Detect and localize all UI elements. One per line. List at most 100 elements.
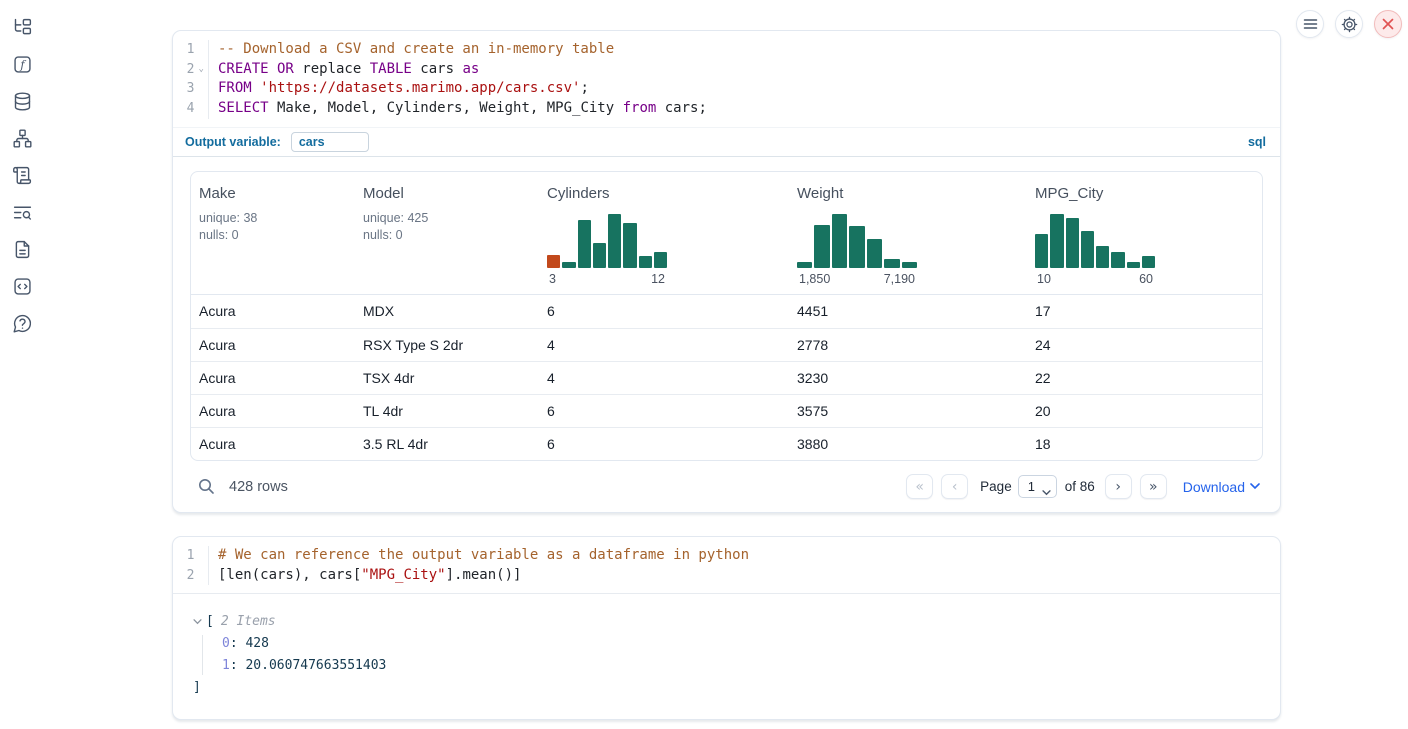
row-count: 428 rows (229, 479, 288, 495)
gutter-line: 1 (173, 546, 208, 566)
column-header-cylinders[interactable]: Cylinders312 (539, 172, 789, 294)
column-stats: unique: 38nulls: 0 (199, 210, 351, 244)
table-cell: TL 4dr (355, 403, 539, 419)
histogram-bar[interactable] (1127, 262, 1140, 268)
column-header-model[interactable]: Modelunique: 425nulls: 0 (355, 172, 539, 294)
fold-chevron-icon[interactable]: ⌄ (194, 60, 208, 80)
histogram-bar[interactable] (654, 252, 667, 268)
histogram-bar[interactable] (1096, 246, 1109, 268)
code-token: from (623, 100, 657, 116)
code-token: TABLE (370, 61, 412, 77)
data-table: Make unique: 38nulls: 0Modelunique: 425nu… (190, 171, 1263, 461)
notebook-main: 12 ⌄ 3 4 -- Download a CSV and create an in… (172, 30, 1281, 720)
column-title: Make (199, 185, 351, 202)
scratchpad-icon[interactable] (11, 164, 33, 186)
hamburger-menu-icon[interactable] (1296, 10, 1324, 38)
tree-entry: 1: 20.060747663551403 (222, 655, 1264, 677)
histogram-bar[interactable] (593, 243, 606, 268)
table-footer: 428 rows « ‹ Page 1 of 86 › » Do (190, 470, 1263, 504)
column-stat: unique: 38 (199, 210, 351, 227)
table-cell: Acura (191, 403, 355, 419)
code-token: FROM (218, 80, 252, 96)
code-token: cars; (656, 100, 707, 116)
histogram-bar[interactable] (623, 223, 636, 268)
table-cell: 24 (1027, 337, 1262, 353)
table-cell: Acura (191, 337, 355, 353)
code-token: ; (580, 80, 588, 96)
language-badge[interactable]: sql (1248, 135, 1266, 149)
histogram-bar[interactable] (547, 255, 560, 268)
documentation-icon[interactable] (11, 238, 33, 260)
code-token: replace (294, 61, 370, 77)
table-cell: 20 (1027, 403, 1262, 419)
search-icon[interactable] (198, 478, 215, 495)
gear-icon[interactable] (1335, 10, 1363, 38)
table-header-row: Make unique: 38nulls: 0Modelunique: 425nu… (191, 172, 1262, 295)
histogram-bar[interactable] (639, 256, 652, 268)
histogram-bar[interactable] (814, 225, 829, 268)
histogram-bar[interactable] (1050, 214, 1063, 268)
first-page-button[interactable]: « (906, 474, 933, 499)
histogram-bar[interactable] (867, 239, 882, 268)
histogram-bar[interactable] (1035, 234, 1048, 268)
table-row: Acura3.5 RL 4dr6388018 (191, 427, 1262, 460)
column-header-mpg_city[interactable]: MPG_City1060 (1027, 172, 1262, 294)
file-tree-icon[interactable] (11, 16, 33, 38)
column-header-make[interactable]: Make unique: 38nulls: 0 (191, 172, 355, 294)
histogram-bar[interactable] (578, 220, 591, 268)
histogram-bar[interactable] (1066, 218, 1079, 268)
table-row: AcuraTSX 4dr4323022 (191, 361, 1262, 394)
histogram-bar[interactable] (1111, 252, 1124, 268)
items-count-label: 2 Items (221, 611, 276, 633)
code-token: cars (412, 61, 463, 77)
page-select[interactable]: 1 (1018, 475, 1057, 498)
table-cell: 6 (539, 303, 789, 319)
histogram-bar[interactable] (884, 259, 899, 268)
output-variable-input[interactable] (291, 132, 369, 152)
shutdown-close-icon[interactable] (1374, 10, 1402, 38)
histogram-bar[interactable] (608, 214, 621, 268)
datasources-icon[interactable] (11, 90, 33, 112)
help-icon[interactable] (11, 312, 33, 334)
sql-code-editor[interactable]: 12⌄34 -- Download a CSV and create an in… (173, 31, 1280, 127)
table-cell: Acura (191, 303, 355, 319)
histogram-bar[interactable] (832, 214, 847, 268)
previous-page-button[interactable]: ‹ (941, 474, 968, 499)
line-number: 1 (173, 546, 194, 566)
sql-code-lines[interactable]: -- Download a CSV and create an in-memor… (209, 40, 1280, 119)
histogram-bar[interactable] (1081, 231, 1094, 268)
next-page-button[interactable]: › (1105, 474, 1132, 499)
histogram-bar[interactable] (1142, 256, 1155, 268)
histogram-chart[interactable] (797, 214, 917, 268)
snippets-icon[interactable] (11, 275, 33, 297)
histogram-bar[interactable] (797, 262, 812, 268)
histogram-bar[interactable] (562, 262, 575, 268)
logs-search-icon[interactable] (11, 201, 33, 223)
column-histogram: 1060 (1035, 214, 1155, 286)
python-code-editor[interactable]: 12 # We can reference the output variabl… (173, 537, 1280, 594)
dependency-graph-icon[interactable] (11, 127, 33, 149)
tree-collapse-icon[interactable] (193, 619, 202, 625)
download-button[interactable]: Download (1183, 479, 1260, 495)
axis-max-label: 7,190 (884, 272, 915, 286)
axis-min-label: 3 (549, 272, 556, 286)
histogram-bar[interactable] (849, 226, 864, 268)
table-body: AcuraMDX6445117AcuraRSX Type S 2dr427782… (191, 295, 1262, 460)
histogram-chart[interactable] (547, 214, 667, 268)
code-token: SELECT (218, 100, 269, 116)
helper-functions-icon[interactable]: f (11, 53, 33, 75)
tree-entry-colon: : (230, 636, 246, 651)
svg-text:f: f (19, 57, 26, 71)
tree-entry-key: 0 (222, 636, 230, 651)
histogram-bar[interactable] (902, 262, 917, 268)
last-page-button[interactable]: » (1140, 474, 1167, 499)
table-cell: 18 (1027, 436, 1262, 452)
code-token: -- Download a CSV and create an in-memor… (218, 41, 614, 57)
table-cell: 22 (1027, 370, 1262, 386)
histogram-chart[interactable] (1035, 214, 1155, 268)
column-header-weight[interactable]: Weight1,8507,190 (789, 172, 1027, 294)
line-number: 4 (173, 99, 194, 119)
axis-max-label: 12 (651, 272, 665, 286)
column-stat: unique: 425 (363, 210, 535, 227)
python-code-lines[interactable]: # We can reference the output variable a… (209, 546, 1280, 585)
